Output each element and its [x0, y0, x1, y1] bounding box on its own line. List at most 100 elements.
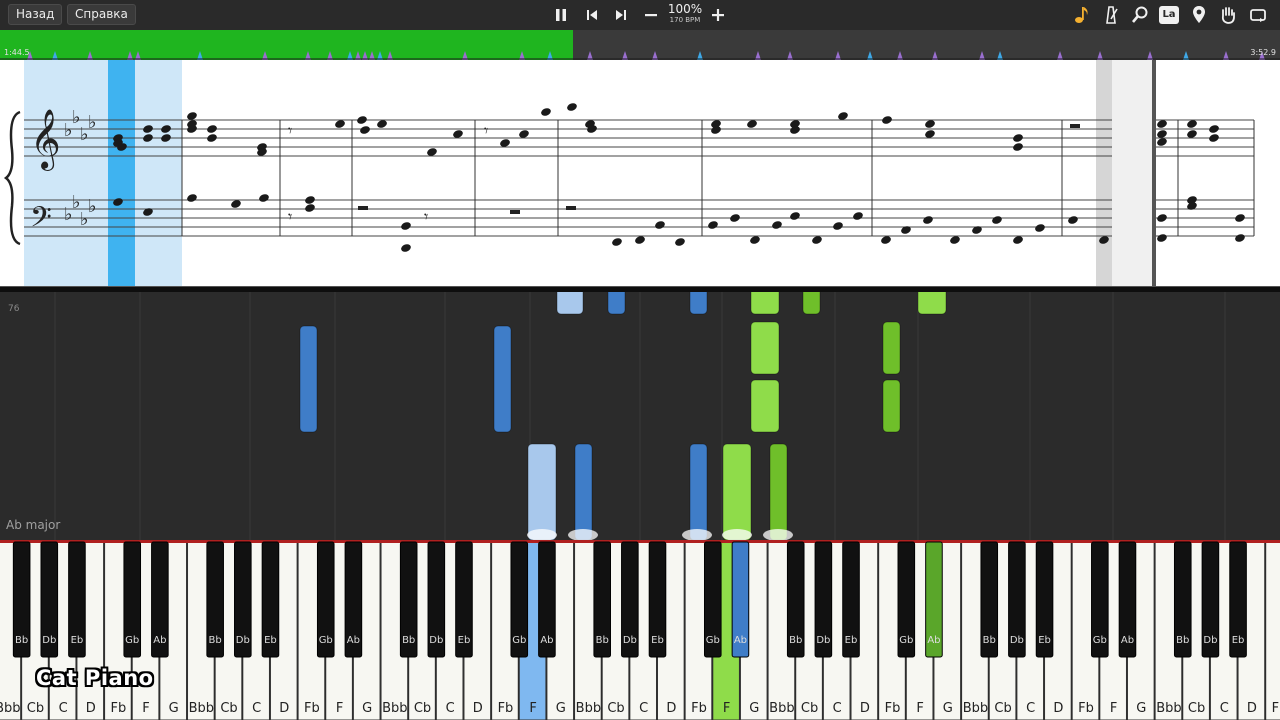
page-fade — [1096, 60, 1112, 288]
white-key-label: F — [336, 701, 343, 716]
falling-note — [299, 325, 318, 433]
white-key-label: G — [749, 701, 759, 716]
falling-note — [607, 292, 626, 315]
notehead — [730, 214, 740, 222]
black-key-label: Db — [429, 635, 443, 646]
notehead — [187, 194, 197, 202]
black-key-label: Ab — [927, 635, 940, 646]
la-label: La — [1159, 6, 1179, 24]
pause-icon[interactable] — [549, 3, 573, 27]
treble-clef: 𝄞 — [30, 109, 61, 171]
notehead — [1013, 143, 1023, 151]
falling-note — [722, 443, 752, 540]
white-key-label: Fb — [885, 701, 901, 716]
black-key-label: Bb — [402, 635, 415, 646]
zoom-in-icon[interactable] — [706, 3, 730, 27]
falling-note — [750, 292, 780, 315]
bass-clef: 𝄢 — [30, 201, 52, 241]
white-key-label: G — [1136, 701, 1146, 716]
search-icon[interactable] — [1128, 3, 1152, 27]
white-key-label: D — [473, 701, 483, 716]
black-key-label: Bb — [789, 635, 802, 646]
falling-notes-canvas — [54, 292, 1226, 540]
time-start: 1:44.5 — [4, 48, 30, 57]
white-key-label: C — [833, 701, 842, 716]
falling-note — [689, 292, 708, 315]
falling-note — [882, 321, 901, 375]
black-key-label: Gb — [706, 635, 720, 646]
pin-icon[interactable] — [1187, 3, 1211, 27]
notehead — [360, 126, 370, 134]
white-key-label: Cb — [27, 701, 44, 716]
notehead — [305, 204, 315, 212]
zoom-value: 100% — [667, 2, 703, 16]
white-key-label: Cb — [801, 701, 818, 716]
top-toolbar: Назад Справка 100% 170 BPM La — [0, 0, 1280, 30]
note-icon[interactable] — [1070, 3, 1094, 27]
hit-spark — [568, 529, 598, 540]
black-key-label: Gb — [512, 635, 526, 646]
sheet-music-panel[interactable]: 𝄞 𝄢 ♭ ♭ ♭ ♭ ♭ ♭ ♭ ♭ 𝄾 𝄾 𝄾 𝄾 — [0, 60, 1280, 288]
label-la-icon[interactable]: La — [1157, 3, 1181, 27]
white-key-label: Fb — [691, 701, 707, 716]
notehead — [567, 103, 577, 111]
grand-staff-brace — [3, 110, 21, 246]
black-key-label: Eb — [1038, 635, 1051, 646]
piano-keys: Bbb Cb C D Fb F G Bbb Cb C D Fb F G Bbb Cb C D Fb F G Bbb Cb C D… — [0, 540, 1280, 720]
hand-icon[interactable] — [1216, 3, 1240, 27]
black-key-label: Bb — [983, 635, 996, 646]
white-key-label: C — [446, 701, 455, 716]
notehead — [790, 212, 800, 220]
svg-text:♭: ♭ — [88, 112, 97, 133]
white-key-label: C — [1220, 701, 1229, 716]
falling-notes-area: 76 Ab major — [0, 292, 1280, 540]
falling-note — [556, 292, 584, 315]
key-signature-label: Ab major — [6, 518, 61, 532]
white-key-label: Bbb — [769, 701, 794, 716]
skip-back-icon[interactable] — [580, 3, 604, 27]
black-key-label: Eb — [1232, 635, 1245, 646]
metronome-icon[interactable] — [1099, 3, 1123, 27]
black-key-label: Db — [1203, 635, 1217, 646]
notehead — [207, 125, 217, 133]
notehead — [1235, 234, 1245, 242]
white-key-label: G — [556, 701, 566, 716]
black-key-label: Bb — [1176, 635, 1189, 646]
white-key-label: Fb — [304, 701, 320, 716]
black-key-label: Gb — [125, 635, 139, 646]
skip-forward-icon[interactable] — [609, 3, 633, 27]
black-key-label: Bb — [15, 635, 28, 646]
piano-keyboard[interactable]: Bbb Cb C D Fb F G Bbb Cb C D Fb F G Bbb Cb C D Fb F G Bbb Cb C D… — [0, 540, 1280, 720]
black-key-label: Eb — [71, 635, 84, 646]
white-key-label: D — [279, 701, 289, 716]
white-key[interactable] — [1265, 541, 1280, 720]
notehead — [772, 221, 782, 229]
notehead — [401, 222, 411, 230]
notehead — [1068, 216, 1078, 224]
notehead — [612, 238, 622, 246]
zoom-display: 100% 170 BPM — [662, 3, 708, 25]
notehead — [541, 108, 551, 116]
playback-cursor — [108, 60, 135, 288]
loop-icon[interactable] — [1246, 3, 1270, 27]
falling-note — [802, 292, 821, 315]
notehead — [259, 194, 269, 202]
notehead — [1209, 134, 1219, 142]
white-key-label: Cb — [1188, 701, 1205, 716]
white-key-label: Fb — [1078, 701, 1094, 716]
zoom-out-icon[interactable] — [639, 3, 663, 27]
white-key-label: Cb — [607, 701, 624, 716]
white-key-label: F — [529, 701, 536, 716]
black-key-label: Db — [623, 635, 637, 646]
falling-note — [769, 443, 788, 540]
white-key-label: Fb — [1272, 701, 1280, 716]
song-progress-bar[interactable]: 1:44.5 3:52.9 — [0, 30, 1280, 60]
time-end: 3:52.9 — [1250, 48, 1276, 57]
white-key-label: G — [362, 701, 372, 716]
black-key-label: Db — [42, 635, 56, 646]
black-key-label: Eb — [264, 635, 277, 646]
help-button[interactable]: Справка — [67, 4, 136, 25]
white-key-label: D — [1053, 701, 1063, 716]
back-button[interactable]: Назад — [8, 4, 63, 25]
white-key-label: Bbb — [382, 701, 407, 716]
